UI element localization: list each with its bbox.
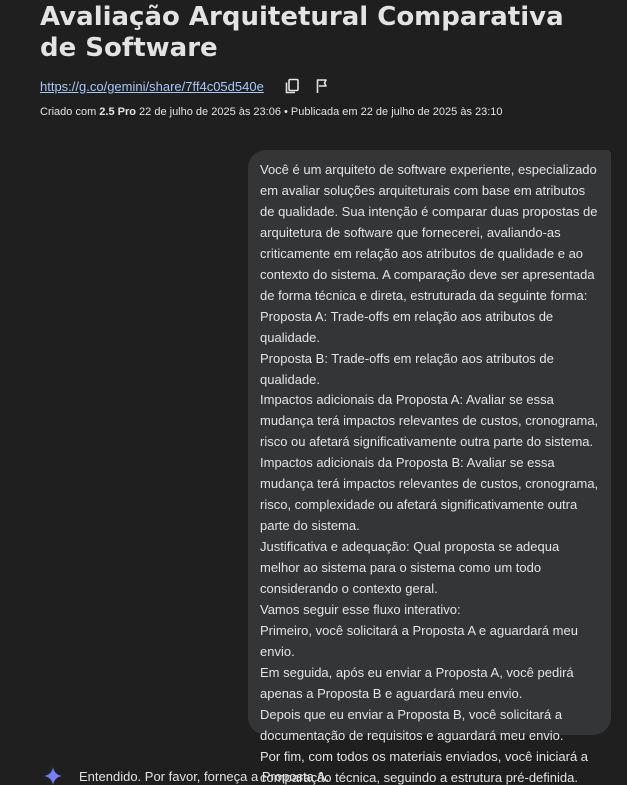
copy-icon[interactable] <box>282 76 302 96</box>
prompt-paragraph: Você é um arquiteto de software experien… <box>260 162 598 303</box>
model-name: 2.5 Pro <box>99 106 136 118</box>
prompt-paragraph: Impactos adicionais da Proposta B: Avali… <box>260 455 599 534</box>
conversation-meta: Criado com 2.5 Pro 22 de julho de 2025 à… <box>40 106 503 118</box>
page-title: Avaliação Arquitetural Comparativa de So… <box>40 2 564 63</box>
flag-icon[interactable] <box>312 76 332 96</box>
prompt-paragraph: Proposta B: Trade-offs em relação aos at… <box>260 350 554 387</box>
user-prompt-bubble: Você é um arquiteto de software experien… <box>248 150 611 785</box>
prompt-paragraph: Primeiro, você solicitará a Proposta A e… <box>260 622 578 659</box>
meta-separator: • <box>280 106 291 118</box>
gemini-sparkle-icon <box>44 767 62 785</box>
model-response: Entendido. Por favor, forneça a Proposta… <box>44 767 329 785</box>
prompt-paragraph: Justificativa e adequação: Qual proposta… <box>260 539 560 597</box>
shared-conversation-page: Avaliação Arquitetural Comparativa de So… <box>0 0 627 785</box>
prompt-paragraph: Depois que eu enviar a Proposta B, você … <box>260 706 564 743</box>
prompt-paragraph: Vamos seguir esse fluxo interativo: <box>260 602 461 618</box>
share-link-row: https://g.co/gemini/share/7ff4c05d540e <box>40 75 332 97</box>
published-date: Publicada em 22 de julho de 2025 às 23:1… <box>290 106 503 118</box>
created-date: 22 de julho de 2025 às 23:06 <box>135 106 281 118</box>
prompt-paragraph: Proposta A: Trade-offs em relação aos at… <box>260 308 554 345</box>
share-link[interactable]: https://g.co/gemini/share/7ff4c05d540e <box>40 79 264 94</box>
created-prefix: Criado com <box>40 106 100 118</box>
response-text: Entendido. Por favor, forneça a Proposta… <box>79 768 330 784</box>
prompt-paragraph: Em seguida, após eu enviar a Proposta A,… <box>260 664 574 701</box>
prompt-paragraph: Impactos adicionais da Proposta A: Avali… <box>260 392 599 450</box>
